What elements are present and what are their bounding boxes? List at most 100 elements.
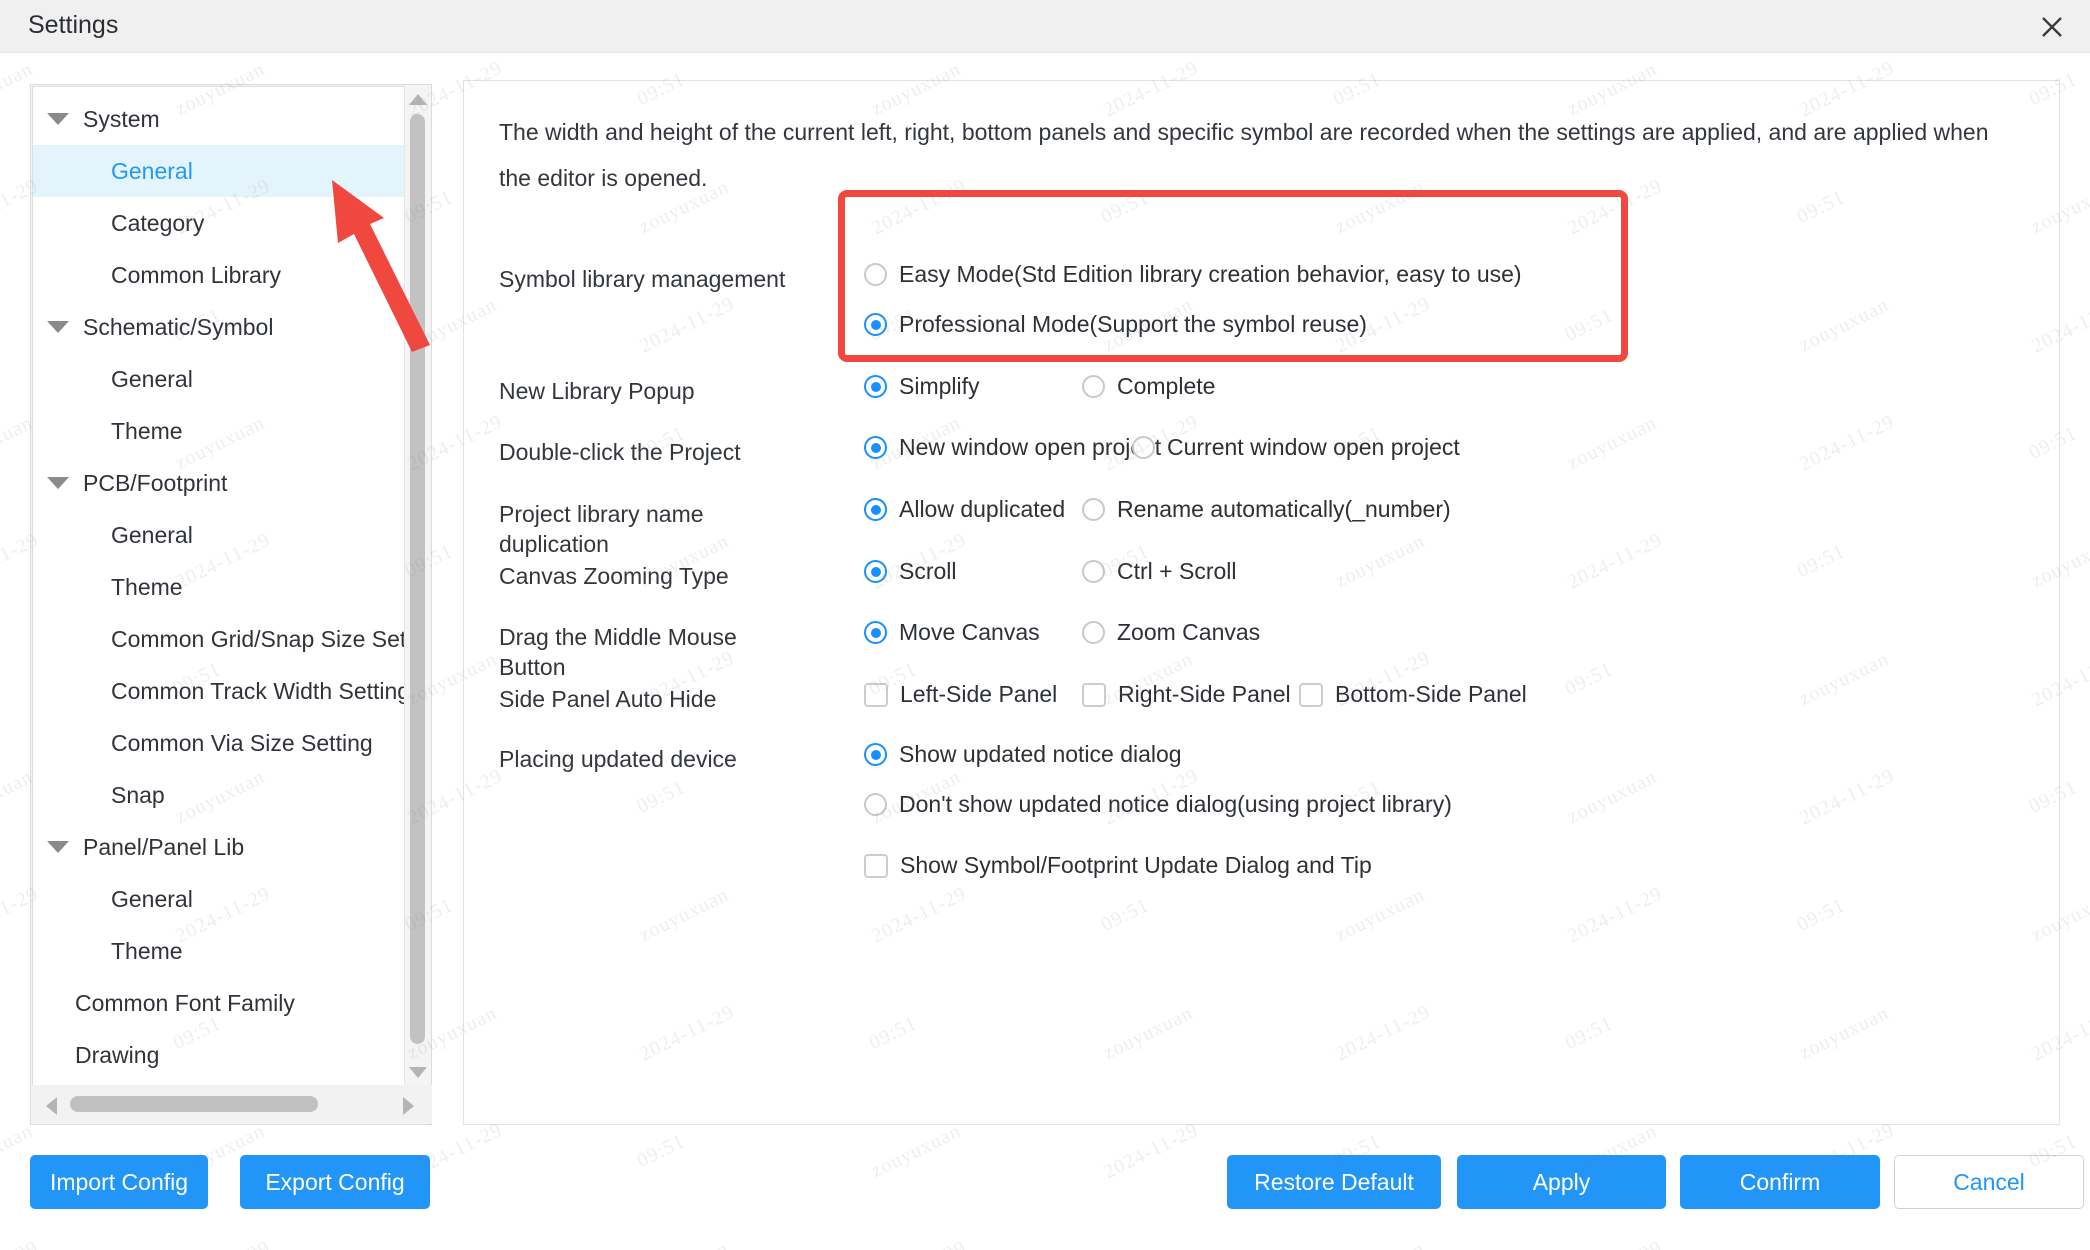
sidebar-item-schematic-symbol[interactable]: Schematic/Symbol (33, 301, 406, 353)
watermark-text: zouyuxuan (2028, 1238, 2090, 1250)
sidebar-item-system[interactable]: System (33, 93, 406, 145)
setting-options: Simplify Complete (799, 373, 2039, 407)
setting-options: Left-Side Panel Right-Side Panel Bottom-Si… (799, 681, 2039, 715)
setting-options: Move Canvas Zoom Canvas (799, 619, 2039, 653)
confirm-button[interactable]: Confirm (1680, 1155, 1880, 1209)
checkbox-unchecked-icon[interactable] (864, 854, 888, 878)
radio-selected-icon[interactable] (864, 436, 887, 459)
radio-unselected-icon[interactable] (1082, 621, 1105, 644)
radio-option[interactable]: Don't show updated notice dialog(using p… (864, 791, 1452, 818)
checkbox-unchecked-icon[interactable] (1082, 683, 1106, 707)
watermark-text: 2024-11-29 (868, 1237, 970, 1250)
vertical-scroll-thumb[interactable] (410, 114, 425, 1044)
sidebar-item-common-library[interactable]: Common Library (33, 249, 406, 301)
sidebar-item-category[interactable]: Category (33, 197, 406, 249)
radio-option[interactable]: Simplify (864, 373, 980, 400)
sidebar-vertical-scrollbar[interactable] (404, 86, 430, 1086)
sidebar-item-common-grid-snap-size-setting[interactable]: Common Grid/Snap Size Setting (33, 613, 406, 665)
radio-unselected-icon[interactable] (1082, 560, 1105, 583)
option-label: Rename automatically(_number) (1117, 496, 1451, 523)
scroll-up-arrow-icon[interactable] (409, 94, 427, 105)
radio-selected-icon[interactable] (864, 498, 887, 521)
sidebar-item-common-via-size-setting[interactable]: Common Via Size Setting (33, 717, 406, 769)
sidebar-item-general[interactable]: General (33, 145, 406, 197)
page-title: Settings (28, 11, 118, 40)
sidebar-item-theme[interactable]: Theme (33, 405, 406, 457)
scroll-left-arrow-icon[interactable] (46, 1097, 57, 1115)
sidebar-item-common-track-width-setting[interactable]: Common Track Width Setting (33, 665, 406, 717)
caret-down-icon[interactable] (47, 841, 69, 853)
sidebar-item-theme[interactable]: Theme (33, 561, 406, 613)
radio-unselected-icon[interactable] (1132, 436, 1155, 459)
checkbox-unchecked-icon[interactable] (1299, 683, 1323, 707)
cancel-button[interactable]: Cancel (1894, 1155, 2084, 1209)
setting-row-label: Drag the Middle Mouse Button (499, 619, 799, 682)
radio-selected-icon[interactable] (864, 743, 887, 766)
radio-option[interactable]: Zoom Canvas (1082, 619, 1260, 646)
radio-option[interactable]: Show updated notice dialog (864, 741, 1182, 768)
close-icon[interactable] (2032, 7, 2072, 47)
sidebar-item-label: Drawing (75, 1042, 159, 1069)
checkbox-option[interactable]: Bottom-Side Panel (1299, 681, 1527, 708)
radio-unselected-icon[interactable] (864, 793, 887, 816)
sidebar-item-pcb-footprint[interactable]: PCB/Footprint (33, 457, 406, 509)
restore-default-button[interactable]: Restore Default (1227, 1155, 1441, 1209)
radio-option[interactable]: Easy Mode(Std Edition library creation b… (864, 261, 1522, 288)
caret-down-icon[interactable] (47, 113, 69, 125)
setting-row-label: Placing updated device (499, 741, 799, 774)
sidebar-item-drawing[interactable]: Drawing (33, 1029, 406, 1081)
radio-option[interactable]: Rename automatically(_number) (1082, 496, 1451, 523)
sidebar-horizontal-scrollbar[interactable] (32, 1085, 432, 1123)
option-label: Move Canvas (899, 619, 1040, 646)
caret-down-icon[interactable] (47, 321, 69, 333)
sidebar-item-common-font-family[interactable]: Common Font Family (33, 977, 406, 1029)
sidebar-item-general[interactable]: General (33, 353, 406, 405)
radio-option[interactable]: Current window open project (1132, 434, 1460, 461)
radio-option[interactable]: Professional Mode(Support the symbol reu… (864, 311, 1367, 338)
caret-down-icon[interactable] (47, 477, 69, 489)
radio-unselected-icon[interactable] (1082, 498, 1105, 521)
checkbox-unchecked-icon[interactable] (864, 683, 888, 707)
sidebar-item-general[interactable]: General (33, 873, 406, 925)
radio-option[interactable]: Move Canvas (864, 619, 1040, 646)
sidebar-item-label: Schematic/Symbol (83, 314, 273, 341)
radio-option[interactable]: Ctrl + Scroll (1082, 558, 1237, 585)
radio-unselected-icon[interactable] (1082, 375, 1105, 398)
scroll-right-arrow-icon[interactable] (403, 1097, 414, 1115)
sidebar-item-label: General (111, 886, 193, 913)
watermark-text: zouyuxuan (868, 1120, 965, 1183)
option-label: Right-Side Panel (1118, 681, 1291, 708)
checkbox-option[interactable]: Show Symbol/Footprint Update Dialog and … (864, 852, 1372, 879)
option-label: New window open project (899, 434, 1161, 461)
scroll-down-arrow-icon[interactable] (409, 1067, 427, 1078)
checkbox-option[interactable]: Right-Side Panel (1082, 681, 1291, 708)
setting-row-label: New Library Popup (499, 373, 799, 406)
radio-selected-icon[interactable] (864, 621, 887, 644)
settings-content-panel: The width and height of the current left… (463, 80, 2060, 1125)
checkbox-option[interactable]: Left-Side Panel (864, 681, 1057, 708)
sidebar-item-panel-panel-lib[interactable]: Panel/Panel Lib (33, 821, 406, 873)
radio-option[interactable]: Scroll (864, 558, 957, 585)
sidebar-item-label: General (111, 522, 193, 549)
radio-option[interactable]: Allow duplicated (864, 496, 1065, 523)
setting-row: Canvas Zooming TypeScrollCtrl + Scroll (499, 558, 2039, 592)
radio-selected-icon[interactable] (864, 375, 887, 398)
radio-option[interactable]: Complete (1082, 373, 1215, 400)
sidebar-item-label: Common Via Size Setting (111, 730, 373, 757)
setting-options: Show updated notice dialog Don't show upd… (799, 741, 2039, 892)
setting-row: Project library name duplicationAllow du… (499, 496, 2039, 559)
horizontal-scroll-thumb[interactable] (70, 1096, 318, 1112)
radio-option[interactable]: New window open project (864, 434, 1161, 461)
option-label: Show updated notice dialog (899, 741, 1182, 768)
apply-button[interactable]: Apply (1457, 1155, 1666, 1209)
import-config-button[interactable]: Import Config (30, 1155, 208, 1209)
sidebar-item-general[interactable]: General (33, 509, 406, 561)
radio-selected-icon[interactable] (864, 313, 887, 336)
radio-selected-icon[interactable] (864, 560, 887, 583)
sidebar-item-theme[interactable]: Theme (33, 925, 406, 977)
option-label: Zoom Canvas (1117, 619, 1260, 646)
export-config-button[interactable]: Export Config (240, 1155, 430, 1209)
radio-unselected-icon[interactable] (864, 263, 887, 286)
sidebar-item-snap[interactable]: Snap (33, 769, 406, 821)
settings-category-sidebar: SystemGeneralCategoryCommon LibrarySchem… (30, 84, 432, 1125)
